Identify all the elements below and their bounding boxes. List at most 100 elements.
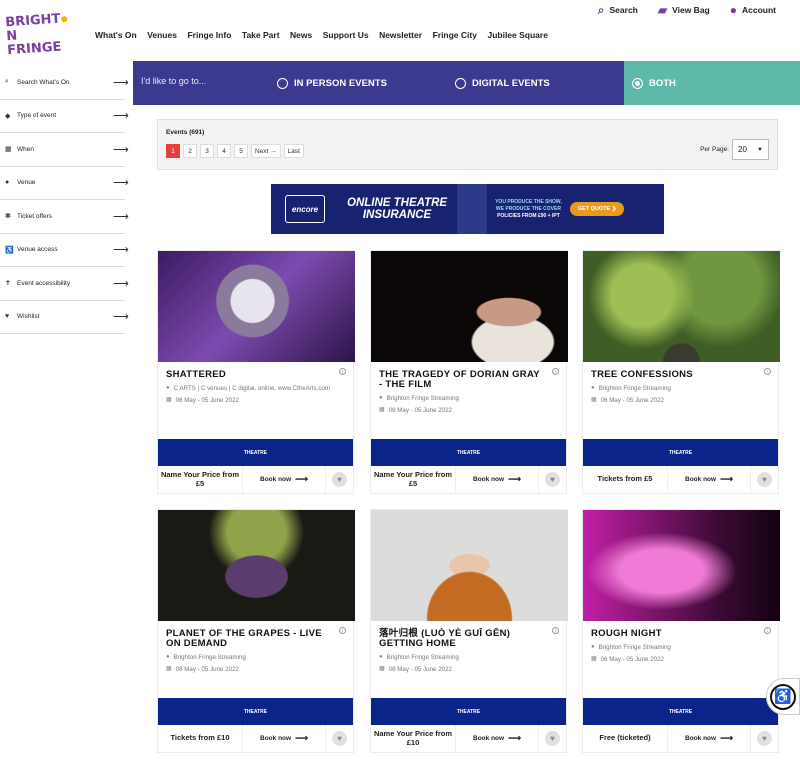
- calendar-icon: ▦: [591, 397, 597, 403]
- pin-icon: ●: [591, 385, 595, 391]
- both-option[interactable]: BOTH: [624, 61, 800, 105]
- book-now-button[interactable]: Book now ⟶: [456, 725, 539, 752]
- page-link[interactable]: 5: [234, 144, 248, 158]
- event-card[interactable]: SHATTERED i ● C ARTS | C venues | C digit…: [157, 250, 355, 494]
- view-bag-link[interactable]: ▰ View Bag: [658, 4, 710, 16]
- event-card[interactable]: THE TRAGEDY OF DORIAN GRAY - THE FILM i …: [370, 250, 568, 494]
- event-image[interactable]: [371, 510, 568, 621]
- sidebar-item[interactable]: ● Venue ⟶: [0, 167, 129, 200]
- page-link[interactable]: Next →: [251, 144, 281, 158]
- nav-newsletter[interactable]: Newsletter: [379, 30, 422, 40]
- pin-icon: ●: [5, 179, 10, 187]
- event-title[interactable]: SHATTERED: [166, 370, 345, 380]
- banner-tagline: YOU PRODUCE THE SHOW, WE PRODUCE THE COVE…: [495, 198, 562, 219]
- nav-venues[interactable]: Venues: [147, 30, 177, 40]
- event-dates: ▦ 06 May - 05 June 2022: [166, 666, 239, 673]
- sidebar-item[interactable]: ◆ Type of event ⟶: [0, 100, 129, 133]
- wishlist-button[interactable]: ♥: [326, 466, 353, 493]
- event-card[interactable]: TREE CONFESSIONS i ● Brighton Fringe Stre…: [582, 250, 780, 494]
- arrow-right-icon: ⟶: [113, 110, 129, 123]
- wishlist-button[interactable]: ♥: [539, 466, 566, 493]
- arrow-right-icon: ⟶: [113, 76, 129, 89]
- arrow-right-icon: ⟶: [720, 733, 733, 743]
- event-image[interactable]: [583, 251, 780, 362]
- price: Name Your Price from £5: [158, 466, 243, 493]
- wishlist-button[interactable]: ♥: [326, 725, 353, 752]
- event-image[interactable]: [158, 251, 355, 362]
- sidebar-item[interactable]: ▦ When ⟶: [0, 133, 129, 167]
- page-link[interactable]: 4: [217, 144, 231, 158]
- event-title[interactable]: PLANET OF THE GRAPES - LIVE ON DEMAND: [166, 629, 345, 649]
- book-now-button[interactable]: Book now ⟶: [243, 466, 326, 493]
- event-image[interactable]: [158, 510, 355, 621]
- event-dates: ▦ 06 May - 05 June 2022: [591, 397, 664, 404]
- search-link[interactable]: ⌕ Search: [598, 4, 638, 16]
- category-badge: THEATRE: [158, 439, 353, 466]
- calendar-icon: ▦: [379, 666, 385, 672]
- event-card[interactable]: ROUGH NIGHT i ● Brighton Fringe Streaming…: [582, 509, 780, 753]
- book-now-button[interactable]: Book now ⟶: [456, 466, 539, 493]
- filter-sidebar: ⌕ Search What's On ⟶ ◆ Type of event ⟶ ▦ When ⟶ ●…: [0, 66, 133, 334]
- event-venue: ● C ARTS | C venues | C digital, online, …: [166, 385, 331, 392]
- book-now-button[interactable]: Book now ⟶: [668, 466, 751, 493]
- ticket-icon: ✽: [5, 213, 11, 221]
- wishlist-button[interactable]: ♥: [539, 725, 566, 752]
- nav-whats-on[interactable]: What's On: [95, 30, 137, 40]
- nav-take-part[interactable]: Take Part: [242, 30, 280, 40]
- event-title[interactable]: TREE CONFESSIONS: [591, 370, 770, 380]
- account-link[interactable]: ● Account: [730, 4, 776, 16]
- page-link[interactable]: 3: [200, 144, 214, 158]
- event-image[interactable]: [583, 510, 780, 621]
- nav-fringe-info[interactable]: Fringe Info: [187, 30, 231, 40]
- nav-fringe-city[interactable]: Fringe City: [433, 30, 477, 40]
- wishlist-button[interactable]: ♥: [751, 725, 778, 752]
- nav-news[interactable]: News: [290, 30, 312, 40]
- info-icon[interactable]: i: [552, 368, 559, 375]
- info-icon[interactable]: i: [339, 368, 346, 375]
- info-icon[interactable]: i: [764, 368, 771, 375]
- ad-banner[interactable]: encore ONLINE THEATRE INSURANCE YOU PRODU…: [271, 184, 664, 234]
- brighton-fringe-logo[interactable]: BRIGHTN FRINGE: [5, 11, 73, 58]
- sidebar-item[interactable]: ♥ Wishlist ⟶: [0, 301, 129, 334]
- chevron-down-icon: ▼: [757, 146, 763, 153]
- sidebar-item[interactable]: ♿ Venue access ⟶: [0, 234, 129, 267]
- in-person-events-option[interactable]: IN PERSON EVENTS: [273, 61, 451, 105]
- event-card[interactable]: PLANET OF THE GRAPES - LIVE ON DEMAND i …: [157, 509, 355, 753]
- per-page-select[interactable]: 20 ▼: [732, 139, 769, 160]
- event-title[interactable]: THE TRAGEDY OF DORIAN GRAY - THE FILM: [379, 370, 558, 390]
- go-to-input[interactable]: I'd like to go to...: [133, 61, 273, 105]
- sidebar-item[interactable]: ✽ Ticket offers ⟶: [0, 200, 129, 234]
- nav-support-us[interactable]: Support Us: [323, 30, 369, 40]
- arrow-right-icon: ⟶: [113, 277, 129, 290]
- page-link[interactable]: 2: [183, 144, 197, 158]
- book-now-button[interactable]: Book now ⟶: [668, 725, 751, 752]
- nav-jubilee-square[interactable]: Jubilee Square: [487, 30, 547, 40]
- pin-icon: ●: [379, 395, 383, 401]
- event-card-body: THE TRAGEDY OF DORIAN GRAY - THE FILM i …: [371, 362, 566, 439]
- info-icon[interactable]: i: [764, 627, 771, 634]
- book-now-button[interactable]: Book now ⟶: [243, 725, 326, 752]
- digital-events-option[interactable]: DIGITAL EVENTS: [451, 61, 624, 105]
- sidebar-item[interactable]: ✝ Event accessibility ⟶: [0, 267, 129, 301]
- category-badge: THEATRE: [371, 698, 566, 725]
- event-title[interactable]: 落叶归根 (LUÒ YÈ GUĪ GĒN) GETTING HOME: [379, 629, 558, 649]
- price: Tickets from £10: [158, 725, 243, 752]
- price: Tickets from £5: [583, 466, 668, 493]
- wishlist-button[interactable]: ♥: [751, 466, 778, 493]
- info-icon[interactable]: i: [339, 627, 346, 634]
- page-link[interactable]: 1: [166, 144, 180, 158]
- event-image[interactable]: [371, 251, 568, 362]
- info-icon[interactable]: i: [552, 627, 559, 634]
- heart-icon: ♥: [545, 731, 560, 746]
- user-icon: ●: [729, 3, 737, 17]
- heart-icon: ♥: [332, 731, 347, 746]
- event-card[interactable]: 落叶归根 (LUÒ YÈ GUĪ GĒN) GETTING HOME i ● Br…: [370, 509, 568, 753]
- sidebar-item[interactable]: ⌕ Search What's On ⟶: [0, 66, 129, 100]
- event-title[interactable]: ROUGH NIGHT: [591, 629, 770, 639]
- site-header: BRIGHTN FRINGE What's On Venues Fringe I…: [0, 0, 800, 60]
- category-badge: THEATRE: [158, 698, 353, 725]
- page-link[interactable]: Last: [283, 144, 304, 158]
- accessibility-widget[interactable]: ♿: [766, 678, 800, 715]
- get-quote-button[interactable]: GET QUOTE ❯: [569, 202, 625, 216]
- event-card-body: ROUGH NIGHT i ● Brighton Fringe Streaming…: [583, 621, 778, 698]
